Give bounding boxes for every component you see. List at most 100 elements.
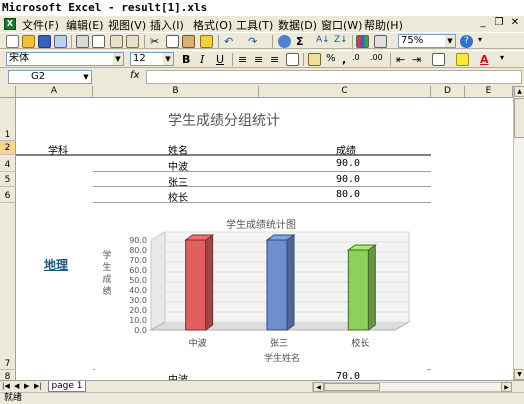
column-header-a[interactable]: A	[16, 86, 93, 98]
sheet-tab-page-1[interactable]: page 1	[48, 381, 86, 392]
column-header-d[interactable]: D	[431, 86, 465, 98]
chart-wizard-icon[interactable]	[356, 35, 369, 48]
row-header-8[interactable]: 8	[0, 370, 16, 380]
menu-insert[interactable]: 插入(I)	[150, 17, 184, 33]
sort-descending-icon[interactable]: Z↓	[334, 35, 348, 45]
fill-color-icon[interactable]	[456, 53, 469, 66]
borders-icon[interactable]	[432, 53, 445, 66]
last-sheet-icon[interactable]: ▶|	[34, 382, 42, 390]
decrease-indent-icon[interactable]: ⇤	[396, 53, 405, 66]
row-header-2[interactable]: 2	[0, 141, 16, 155]
underline-button[interactable]: U	[216, 53, 224, 66]
menu-tools[interactable]: 工具(T)	[236, 17, 273, 33]
zoom-select[interactable]: 75% ▼	[398, 34, 456, 48]
column-header-b[interactable]: B	[93, 86, 259, 98]
worksheet-grid[interactable]: A B C D E 1 2 4 5 6 7 8 学生成绩分组统计 学科 姓名 成…	[0, 86, 513, 380]
insert-function-icon[interactable]: fx	[130, 70, 139, 81]
minimize-icon[interactable]: _	[476, 16, 490, 30]
row-header-6[interactable]: 6	[0, 187, 16, 203]
excel-app-icon[interactable]: X	[4, 18, 16, 30]
decrease-decimal-icon[interactable]: .00	[370, 53, 383, 62]
paste-icon[interactable]	[182, 35, 195, 48]
comma-icon[interactable]: ,	[342, 53, 346, 66]
column-header-c[interactable]: C	[259, 86, 431, 98]
chevron-down-icon[interactable]: ▼	[81, 71, 91, 83]
column-header-e[interactable]: E	[465, 86, 513, 98]
restore-icon[interactable]: ❐	[492, 16, 506, 30]
menu-window[interactable]: 窗口(W)	[321, 17, 362, 33]
chevron-down-icon[interactable]: ▼	[445, 35, 455, 47]
score-cell[interactable]: 70.0	[336, 371, 360, 380]
help-icon[interactable]: ?	[460, 35, 473, 48]
print-preview-icon[interactable]	[92, 35, 105, 48]
redo-icon[interactable]: ↷	[248, 35, 257, 48]
score-chart[interactable]: 学生成绩统计图 学生成绩 学生姓名 0.010.020.030.040.050.…	[95, 206, 427, 370]
score-cell[interactable]: 90.0	[336, 174, 360, 185]
menu-edit[interactable]: 编辑(E)	[66, 17, 104, 33]
menu-file[interactable]: 文件(F)	[22, 17, 59, 33]
font-color-icon[interactable]: A	[480, 53, 489, 66]
align-left-icon[interactable]: ≡	[238, 53, 247, 66]
row-header-4[interactable]: 4	[0, 155, 16, 172]
chevron-down-icon[interactable]: ▼	[113, 53, 123, 65]
formula-input[interactable]	[146, 70, 522, 84]
menu-help[interactable]: 帮助(H)	[364, 17, 403, 33]
toolbar-options-icon[interactable]: ▾	[500, 53, 504, 62]
new-icon[interactable]	[6, 35, 19, 48]
cut-icon[interactable]: ✂	[150, 35, 159, 48]
toolbar-options-icon[interactable]: ▾	[478, 35, 482, 44]
select-all-corner[interactable]	[0, 86, 16, 98]
open-icon[interactable]	[22, 35, 35, 48]
subject-link[interactable]: 地理	[44, 256, 68, 273]
row-header-5[interactable]: 5	[0, 172, 16, 187]
name-box[interactable]: G2 ▼	[8, 70, 92, 84]
name-cell[interactable]: 中波	[168, 158, 188, 173]
percent-icon[interactable]: %	[326, 53, 336, 64]
horizontal-scrollbar-thumb[interactable]	[324, 383, 380, 391]
row-header-7[interactable]: 7	[0, 203, 16, 370]
spelling-icon[interactable]	[110, 35, 123, 48]
italic-button[interactable]: I	[200, 53, 204, 66]
permission-icon[interactable]	[54, 35, 67, 48]
menu-format[interactable]: 格式(O)	[193, 17, 232, 33]
print-icon[interactable]	[76, 35, 89, 48]
menu-view[interactable]: 视图(V)	[108, 17, 146, 33]
drawing-icon[interactable]	[374, 35, 387, 48]
name-cell[interactable]: 中波	[168, 371, 188, 380]
first-sheet-icon[interactable]: |◀	[2, 382, 10, 390]
score-cell[interactable]: 80.0	[336, 189, 360, 200]
bold-button[interactable]: B	[182, 53, 190, 66]
sort-ascending-icon[interactable]: A↓	[316, 35, 330, 45]
next-sheet-icon[interactable]: ▶	[24, 382, 29, 390]
format-painter-icon[interactable]	[200, 35, 213, 48]
scroll-right-icon[interactable]: ▶	[501, 382, 512, 392]
scroll-up-icon[interactable]: ▲	[514, 86, 524, 97]
currency-icon[interactable]	[308, 53, 321, 66]
copy-icon[interactable]	[166, 35, 179, 48]
name-cell[interactable]: 张三	[168, 174, 188, 189]
font-name-select[interactable]: 宋体 ▼	[6, 52, 124, 66]
autosum-icon[interactable]: Σ	[296, 35, 304, 48]
save-icon[interactable]	[38, 35, 51, 48]
increase-indent-icon[interactable]: ⇥	[412, 53, 421, 66]
scroll-left-icon[interactable]: ◀	[313, 382, 324, 392]
score-cell[interactable]: 90.0	[336, 158, 360, 169]
row-header-1[interactable]: 1	[0, 98, 16, 141]
vertical-scrollbar[interactable]: ▲ ▼	[513, 86, 524, 380]
undo-icon[interactable]: ↶	[224, 35, 233, 48]
hyperlink-icon[interactable]	[278, 35, 291, 48]
align-right-icon[interactable]: ≡	[270, 53, 279, 66]
prev-sheet-icon[interactable]: ◀	[14, 382, 19, 390]
font-size-select[interactable]: 12 ▼	[130, 52, 174, 66]
menu-data[interactable]: 数据(D)	[278, 17, 317, 33]
horizontal-scrollbar[interactable]: ◀ ▶	[312, 382, 512, 392]
align-center-icon[interactable]: ≡	[254, 53, 263, 66]
research-icon[interactable]	[126, 35, 139, 48]
chevron-down-icon[interactable]: ▼	[163, 53, 173, 65]
merge-center-icon[interactable]	[286, 53, 299, 66]
increase-decimal-icon[interactable]: .0	[352, 53, 360, 62]
scroll-down-icon[interactable]: ▼	[514, 369, 524, 380]
close-icon[interactable]: ✕	[508, 16, 522, 30]
scrollbar-thumb[interactable]	[514, 98, 524, 138]
name-cell[interactable]: 校长	[168, 189, 188, 204]
